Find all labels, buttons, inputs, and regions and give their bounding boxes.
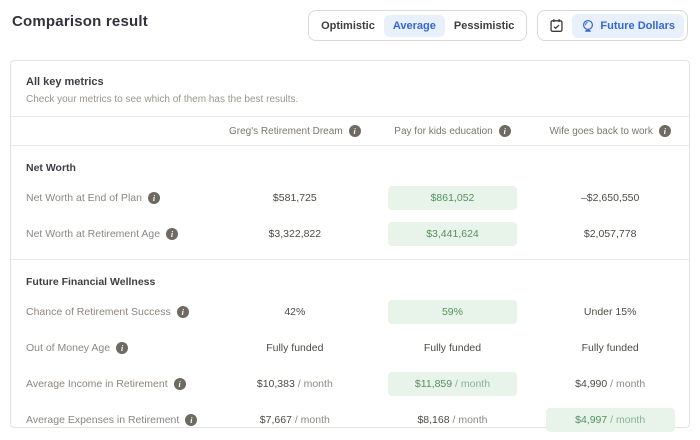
value-cell: 42%: [216, 306, 374, 318]
top-controls: Optimistic Average Pessimistic: [308, 10, 688, 41]
row-label: Average Income in Retirement: [26, 378, 168, 390]
display-toggle-group: Future Dollars: [537, 10, 688, 41]
future-dollars-button[interactable]: Future Dollars: [572, 14, 684, 38]
value-cell-best: $4,997 / month: [531, 408, 689, 432]
scenario-pessimistic-button[interactable]: Pessimistic: [445, 15, 524, 37]
crystal-ball-icon: [581, 19, 595, 33]
info-icon[interactable]: [116, 342, 128, 354]
card-header: All key metrics Check your metrics to se…: [11, 61, 689, 116]
section-title: Future Financial Wellness: [26, 276, 155, 288]
info-icon[interactable]: [349, 125, 361, 137]
section-future-financial-wellness: Future Financial Wellness Chance of Reti…: [11, 259, 689, 438]
table-row: Out of Money Age Fully funded Fully fund…: [11, 330, 689, 366]
value-cell: $8,168 / month: [374, 414, 532, 426]
card-subtitle: Check your metrics to see which of them …: [26, 94, 674, 105]
scenario-optimistic-button[interactable]: Optimistic: [312, 15, 384, 37]
value-cell: $3,322,822: [216, 228, 374, 240]
info-icon[interactable]: [174, 378, 186, 390]
calendar-view-button[interactable]: [541, 14, 572, 37]
value-cell: Under 15%: [531, 306, 689, 318]
calendar-check-icon: [549, 18, 564, 33]
row-label: Net Worth at Retirement Age: [26, 228, 160, 240]
row-label: Chance of Retirement Success: [26, 306, 171, 318]
value-cell: $2,057,778: [531, 228, 689, 240]
table-header-row: Greg's Retirement Dream Pay for kids edu…: [11, 116, 689, 146]
column-header-scenario-2: Pay for kids education: [374, 125, 532, 137]
value-cell-best: 59%: [374, 300, 532, 324]
value-cell: Fully funded: [216, 342, 374, 354]
row-label: Out of Money Age: [26, 342, 110, 354]
info-icon[interactable]: [148, 192, 160, 204]
scenario-toggle-group: Optimistic Average Pessimistic: [308, 10, 527, 41]
table-row: Average Income in Retirement $10,383 / m…: [11, 366, 689, 402]
topbar: Comparison result Optimistic Average Pes…: [0, 0, 700, 52]
value-cell: Fully funded: [374, 342, 532, 354]
value-cell: $581,725: [216, 192, 374, 204]
table-row: Net Worth at End of Plan $581,725 $861,0…: [11, 180, 689, 216]
column-header-scenario-3: Wife goes back to work: [531, 125, 689, 137]
scenario-average-button[interactable]: Average: [384, 15, 445, 37]
all-key-metrics-card: All key metrics Check your metrics to se…: [10, 60, 690, 428]
value-cell: $7,667 / month: [216, 414, 374, 426]
row-label: Net Worth at End of Plan: [26, 192, 142, 204]
value-cell: $10,383 / month: [216, 378, 374, 390]
page-title: Comparison result: [12, 10, 148, 30]
future-dollars-label: Future Dollars: [600, 20, 675, 32]
value-cell: $4,990 / month: [531, 378, 689, 390]
section-title: Net Worth: [26, 162, 76, 174]
card-title: All key metrics: [26, 76, 674, 88]
info-icon[interactable]: [499, 125, 511, 137]
value-cell: –$2,650,550: [531, 192, 689, 204]
info-icon[interactable]: [659, 125, 671, 137]
info-icon[interactable]: [166, 228, 178, 240]
info-icon[interactable]: [185, 414, 197, 426]
table-row: Average Expenses in Retirement $7,667 / …: [11, 402, 689, 438]
column-header-scenario-1: Greg's Retirement Dream: [216, 125, 374, 137]
row-label: Average Expenses in Retirement: [26, 414, 179, 426]
section-net-worth: Net Worth Net Worth at End of Plan $581,…: [11, 146, 689, 252]
info-icon[interactable]: [177, 306, 189, 318]
table-row: Chance of Retirement Success 42% 59% Und…: [11, 294, 689, 330]
value-cell: Fully funded: [531, 342, 689, 354]
value-cell-best: $3,441,624: [374, 222, 532, 246]
table-row: Net Worth at Retirement Age $3,322,822 $…: [11, 216, 689, 252]
value-cell-best: $861,052: [374, 186, 532, 210]
value-cell-best: $11,859 / month: [374, 372, 532, 396]
